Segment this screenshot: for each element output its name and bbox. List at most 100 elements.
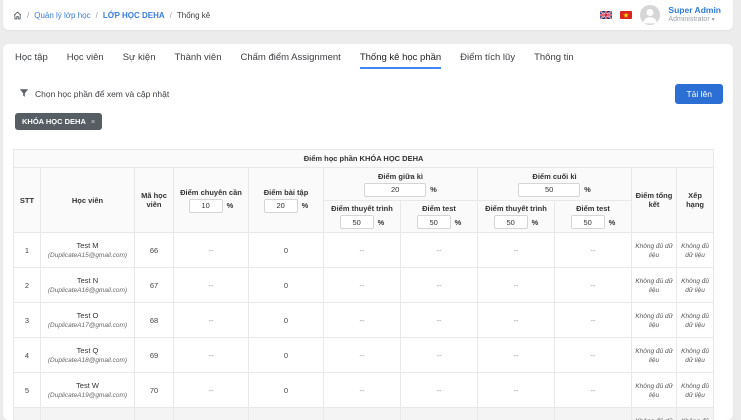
cell-student: Test O(DuplicateA17@gmail.com) bbox=[41, 303, 135, 338]
home-icon[interactable] bbox=[13, 11, 22, 20]
topbar: / Quản lý lớp học / LỚP HỌC DEHA / Thống… bbox=[3, 0, 733, 30]
cell-stt: 5 bbox=[14, 373, 41, 408]
cell-attendance: -- bbox=[174, 373, 249, 408]
col-header-attendance: Điểm chuyên cần % bbox=[174, 168, 249, 233]
cell-fin-presentation: -- bbox=[478, 373, 555, 408]
cell-code bbox=[135, 408, 174, 420]
cell-fin-test: -- bbox=[555, 338, 632, 373]
cell-stt: 1 bbox=[14, 233, 41, 268]
fin-test-weight-input[interactable] bbox=[571, 215, 605, 229]
cell-mid-presentation: -- bbox=[324, 373, 401, 408]
mid-test-weight-input[interactable] bbox=[417, 215, 451, 229]
cell-stt: 6 bbox=[14, 408, 41, 420]
cell-homework: 0 bbox=[249, 338, 324, 373]
cell-mid-presentation: -- bbox=[324, 303, 401, 338]
tag-close-icon[interactable]: × bbox=[91, 117, 95, 126]
cell-fin-presentation bbox=[478, 408, 555, 420]
course-tag[interactable]: KHÓA HỌC DEHA × bbox=[15, 113, 102, 130]
tab-hoc-vien[interactable]: Học viên bbox=[67, 52, 104, 69]
cell-fin-presentation: -- bbox=[478, 338, 555, 373]
upload-button[interactable]: Tải lên bbox=[675, 84, 723, 104]
cell-mid-test bbox=[401, 408, 478, 420]
tab-su-kien[interactable]: Sự kiện bbox=[123, 52, 156, 69]
percent-sign: % bbox=[455, 218, 462, 227]
breadcrumb-separator: / bbox=[170, 11, 172, 20]
col-header-rank: Xếp hạng bbox=[677, 168, 714, 233]
table-row: 2Test N(DuplicateA16@gmail.com)67--0----… bbox=[14, 268, 714, 303]
final-weight-input[interactable] bbox=[518, 183, 580, 197]
cell-code: 70 bbox=[135, 373, 174, 408]
cell-student: Test N(DuplicateA16@gmail.com) bbox=[41, 268, 135, 303]
cell-total: Không đủ dữ liệu bbox=[632, 408, 677, 420]
cell-homework: 0 bbox=[249, 233, 324, 268]
cell-homework: 0 bbox=[249, 303, 324, 338]
filter-left: Chọn học phần để xem và cập nhật bbox=[13, 85, 169, 103]
col-header-total: Điểm tổng kết bbox=[632, 168, 677, 233]
course-tag-label: KHÓA HỌC DEHA bbox=[22, 117, 86, 126]
user-menu[interactable]: Super Admin Administrator ▾ bbox=[668, 6, 721, 24]
fin-presentation-weight-input[interactable] bbox=[494, 215, 528, 229]
cell-mid-presentation: -- bbox=[324, 338, 401, 373]
tab-hoc-tap[interactable]: Học tập bbox=[15, 52, 48, 69]
cell-code: 68 bbox=[135, 303, 174, 338]
score-table: Điểm học phần KHÓA HỌC DEHA STT Học viên… bbox=[13, 149, 714, 420]
tab-cham-diem-assignment[interactable]: Chấm điểm Assignment bbox=[241, 52, 341, 69]
cell-total: Không đủ dữ liệu bbox=[632, 303, 677, 338]
table-row: 3Test O(DuplicateA17@gmail.com)68--0----… bbox=[14, 303, 714, 338]
tab-thong-tin[interactable]: Thông tin bbox=[534, 52, 574, 69]
breadcrumb-link-class-deha[interactable]: LỚP HỌC DEHA bbox=[103, 11, 165, 20]
table-title: Điểm học phần KHÓA HỌC DEHA bbox=[14, 150, 714, 168]
breadcrumb-current: Thống kê bbox=[177, 11, 210, 20]
tab-thong-ke-hoc-phan[interactable]: Thống kê học phần bbox=[360, 52, 441, 69]
cell-student: Test Q(DuplicateA18@gmail.com) bbox=[41, 338, 135, 373]
tab-diem-tich-luy[interactable]: Điểm tích lũy bbox=[460, 52, 515, 69]
tag-row: KHÓA HỌC DEHA × bbox=[13, 111, 723, 128]
tab-thanh-vien[interactable]: Thành viên bbox=[174, 52, 221, 69]
cell-fin-presentation: -- bbox=[478, 233, 555, 268]
cell-attendance: -- bbox=[174, 338, 249, 373]
cell-mid-test: -- bbox=[401, 233, 478, 268]
cell-fin-test: -- bbox=[555, 303, 632, 338]
cell-total: Không đủ dữ liệu bbox=[632, 268, 677, 303]
percent-sign: % bbox=[227, 201, 234, 210]
cell-total: Không đủ dữ liệu bbox=[632, 233, 677, 268]
filter-label: Chọn học phần để xem và cập nhật bbox=[35, 89, 169, 99]
cell-fin-test bbox=[555, 408, 632, 420]
col-header-mid-test: Điểm test % bbox=[401, 201, 478, 233]
breadcrumb: / Quản lý lớp học / LỚP HỌC DEHA / Thống… bbox=[13, 11, 210, 20]
col-header-stt: STT bbox=[14, 168, 41, 233]
page: / Quản lý lớp học / LỚP HỌC DEHA / Thống… bbox=[0, 0, 741, 420]
cell-rank: Không đủ dữ liệu bbox=[677, 408, 714, 420]
breadcrumb-link-class-management[interactable]: Quản lý lớp học bbox=[34, 11, 90, 20]
avatar[interactable] bbox=[640, 5, 660, 25]
cell-fin-test: -- bbox=[555, 268, 632, 303]
percent-sign: % bbox=[302, 201, 309, 210]
filter-row: Chọn học phần để xem và cập nhật Tải lên bbox=[13, 84, 723, 104]
cell-mid-test: -- bbox=[401, 338, 478, 373]
col-header-homework: Điểm bài tập % bbox=[249, 168, 324, 233]
uk-flag-icon[interactable] bbox=[600, 11, 612, 19]
col-header-code: Mã học viên bbox=[135, 168, 174, 233]
midterm-weight-input[interactable] bbox=[364, 183, 426, 197]
percent-sign: % bbox=[532, 218, 539, 227]
cell-fin-test: -- bbox=[555, 233, 632, 268]
cell-stt: 3 bbox=[14, 303, 41, 338]
tab-bar: Học tập Học viên Sự kiện Thành viên Chấm… bbox=[13, 52, 723, 74]
homework-weight-input[interactable] bbox=[264, 199, 298, 213]
mid-presentation-weight-input[interactable] bbox=[340, 215, 374, 229]
chevron-down-icon: ▾ bbox=[712, 17, 715, 23]
cell-total: Không đủ dữ liệu bbox=[632, 338, 677, 373]
cell-rank: Không đủ dữ liệu bbox=[677, 268, 714, 303]
cell-student: Test M(DuplicateA15@gmail.com) bbox=[41, 233, 135, 268]
cell-attendance: -- bbox=[174, 303, 249, 338]
user-role: Administrator ▾ bbox=[668, 16, 721, 24]
cell-homework: 0 bbox=[249, 268, 324, 303]
cell-fin-presentation: -- bbox=[478, 268, 555, 303]
filter-funnel-icon bbox=[19, 85, 29, 103]
col-header-final: Điểm cuối kì % bbox=[478, 168, 632, 201]
table-row: 6Test YKhông đủ dữ liệuKhông đủ dữ liệu bbox=[14, 408, 714, 420]
attendance-weight-input[interactable] bbox=[189, 199, 223, 213]
vn-flag-icon[interactable] bbox=[620, 11, 632, 19]
col-header-student: Học viên bbox=[41, 168, 135, 233]
cell-attendance bbox=[174, 408, 249, 420]
